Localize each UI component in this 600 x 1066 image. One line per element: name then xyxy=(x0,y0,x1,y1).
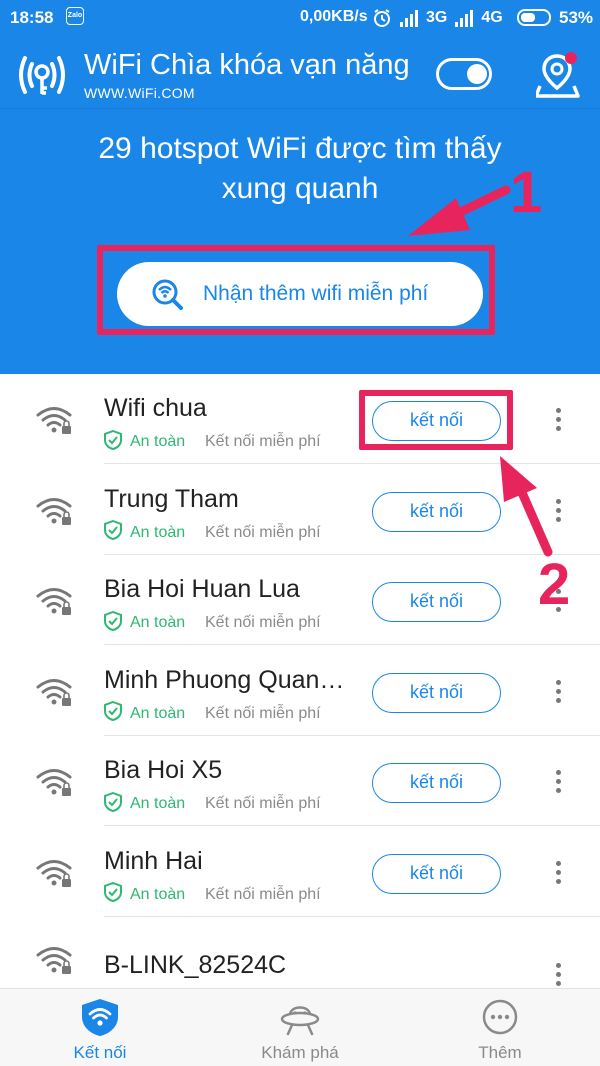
network-ssid: B-LINK_82524C xyxy=(104,951,287,979)
safe-label: An toàn xyxy=(130,795,186,812)
annotation-highlight-1 xyxy=(97,245,495,335)
network-ssid: Trung Tham xyxy=(104,484,239,513)
wifi-locked-icon xyxy=(36,496,72,526)
ufo-icon xyxy=(280,1006,320,1036)
more-options-icon[interactable] xyxy=(548,676,568,710)
battery-icon xyxy=(517,9,551,26)
safe-label: An toàn xyxy=(130,614,186,631)
network-row[interactable]: Bia Hoi X5 An toàn Kết nối miễn phí kết nối xyxy=(0,736,600,826)
wifi-locked-icon xyxy=(36,405,72,435)
shield-check-icon xyxy=(104,791,130,817)
annotation-number-2: 2 xyxy=(538,552,571,617)
free-connect-label: Kết nối miễn phí xyxy=(205,885,321,903)
shield-check-icon xyxy=(104,429,130,455)
more-circle-icon xyxy=(482,999,518,1035)
network-ssid: Wifi chua xyxy=(104,394,207,422)
zalo-notification-icon: Zalo xyxy=(66,7,84,25)
more-options-icon[interactable] xyxy=(548,404,568,438)
safe-badge: An toàn xyxy=(104,429,186,455)
wifi-locked-icon xyxy=(36,858,72,888)
toggle-knob xyxy=(467,64,487,84)
connect-button[interactable]: kết nối xyxy=(372,763,501,803)
status-time: 18:58 xyxy=(10,8,54,27)
shield-check-icon xyxy=(104,700,130,726)
network-ssid: Bia Hoi Huan Lua xyxy=(104,575,300,603)
net-speed: 0,00KB/s xyxy=(300,8,368,25)
free-connect-label: Kết nối miễn phí xyxy=(205,614,321,631)
more-options-icon[interactable] xyxy=(548,766,568,800)
wifi-locked-icon xyxy=(36,945,72,975)
wifi-locked-icon xyxy=(36,677,72,707)
network-row[interactable]: Minh Phuong Quan… An toàn Kết nối miễn phí… xyxy=(0,646,600,736)
battery-percent: 53% xyxy=(559,8,594,27)
safe-label: An toàn xyxy=(130,523,186,541)
wifi-key-logo-icon[interactable] xyxy=(16,52,68,98)
safe-badge: An toàn xyxy=(104,881,186,907)
safe-badge: An toàn xyxy=(104,519,186,545)
free-connect-label: Kết nối miễn phí xyxy=(205,523,321,541)
safe-label: An toàn xyxy=(130,704,186,722)
network-row[interactable]: Minh Hai An toàn Kết nối miễn phí kết nối xyxy=(0,827,600,917)
wifi-shield-icon xyxy=(82,999,118,1036)
free-connect-label: Kết nối miễn phí xyxy=(205,433,321,450)
bottom-tab-bar: Kết nối Khám phá Thêm xyxy=(0,988,600,1066)
safe-label: An toàn xyxy=(130,433,186,450)
map-location-icon[interactable] xyxy=(536,50,582,98)
network-type-1: 3G xyxy=(426,9,448,26)
wifi-toggle[interactable] xyxy=(436,58,492,90)
connect-button[interactable]: kết nối xyxy=(372,853,501,894)
safe-badge: An toàn xyxy=(104,700,186,726)
app-title: WiFi Chìa khóa vạn năng xyxy=(84,49,410,81)
wifi-locked-icon xyxy=(36,586,72,616)
tab-label: Khám phá xyxy=(261,1043,339,1062)
shield-check-icon xyxy=(104,610,130,636)
status-bar: 18:58 Zalo 0,00KB/s 3G 4G 53% xyxy=(0,0,600,36)
more-options-icon[interactable] xyxy=(548,495,568,529)
shield-check-icon xyxy=(104,881,130,907)
network-ssid: Minh Hai xyxy=(104,846,203,875)
more-options-icon[interactable] xyxy=(548,857,568,891)
tab-more[interactable]: Thêm xyxy=(400,989,600,1066)
safe-label: An toàn xyxy=(130,885,186,903)
free-connect-label: Kết nối miễn phí xyxy=(205,704,321,722)
app-subtitle: WWW.WiFi.COM xyxy=(84,85,195,101)
shield-check-icon xyxy=(104,519,130,545)
status-icons: 3G 4G xyxy=(372,6,503,30)
safe-badge: An toàn xyxy=(104,610,186,636)
tab-connect[interactable]: Kết nối xyxy=(0,989,200,1066)
tab-label: Thêm xyxy=(478,1043,522,1062)
network-type-2: 4G xyxy=(481,9,503,26)
network-row[interactable]: Bia Hoi Huan Lua An toàn Kết nối miễn phí k… xyxy=(0,555,600,645)
safe-badge: An toàn xyxy=(104,791,186,817)
connect-button[interactable]: kết nối xyxy=(372,672,501,713)
annotation-number-1: 1 xyxy=(510,160,543,225)
alarm-icon xyxy=(374,9,390,27)
connect-button[interactable]: kết nối xyxy=(372,491,501,532)
tab-explore[interactable]: Khám phá xyxy=(200,989,400,1066)
signal-icon xyxy=(400,10,418,27)
header-divider xyxy=(0,108,600,109)
wifi-locked-icon xyxy=(36,767,72,797)
signal-icon-2 xyxy=(455,10,474,27)
network-row[interactable]: Trung Tham An toàn Kết nối miễn phí kết nối xyxy=(0,465,600,555)
network-ssid: Bia Hoi X5 xyxy=(104,756,223,784)
connect-button[interactable]: kết nối xyxy=(372,582,501,622)
free-connect-label: Kết nối miễn phí xyxy=(205,795,321,812)
network-ssid: Minh Phuong Quan… xyxy=(104,665,345,694)
annotation-highlight-2 xyxy=(359,390,513,450)
tab-label: Kết nối xyxy=(73,1043,127,1062)
